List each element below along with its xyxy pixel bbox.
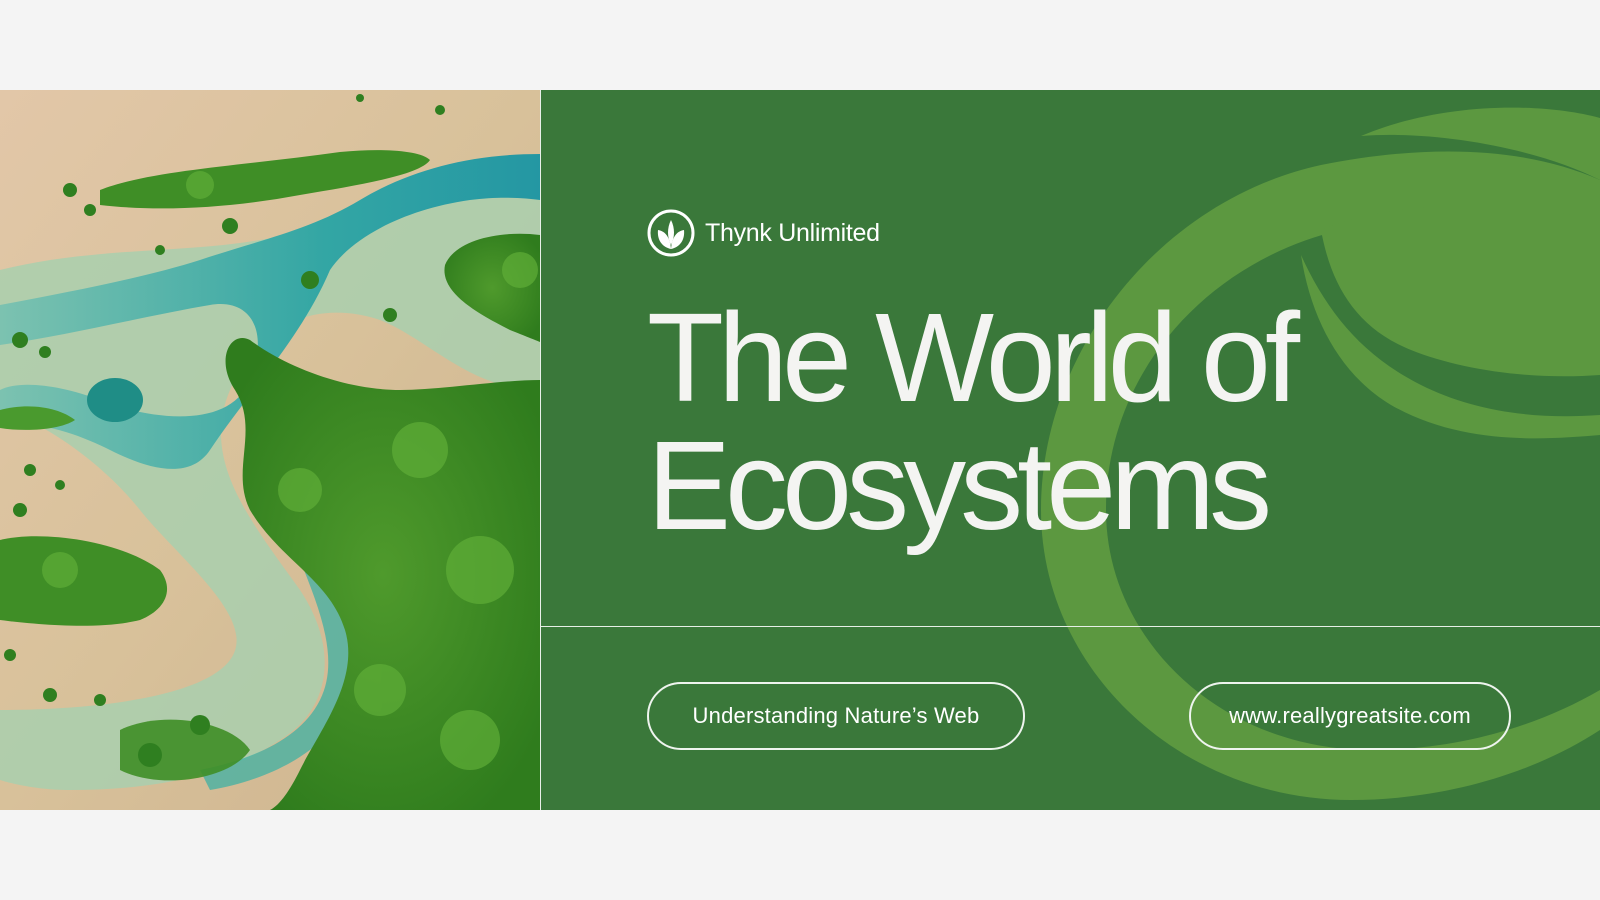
title-line-1: The World of: [647, 287, 1300, 428]
website-pill[interactable]: www.reallygreatsite.com: [1189, 682, 1511, 750]
title-panel: Thynk Unlimited The World of Ecosystems …: [541, 90, 1600, 810]
brand-lockup: Thynk Unlimited: [647, 209, 880, 257]
leaf-sprout-icon: [647, 209, 695, 257]
aerial-mangrove-photo: [0, 90, 540, 810]
hero-banner: Thynk Unlimited The World of Ecosystems …: [0, 90, 1600, 810]
title-line-2: Ecosystems: [647, 415, 1272, 556]
brand-name: Thynk Unlimited: [705, 218, 880, 247]
page-title: The World of Ecosystems: [647, 287, 1300, 556]
tagline-pill[interactable]: Understanding Nature’s Web: [647, 682, 1025, 750]
section-divider: [541, 626, 1600, 627]
